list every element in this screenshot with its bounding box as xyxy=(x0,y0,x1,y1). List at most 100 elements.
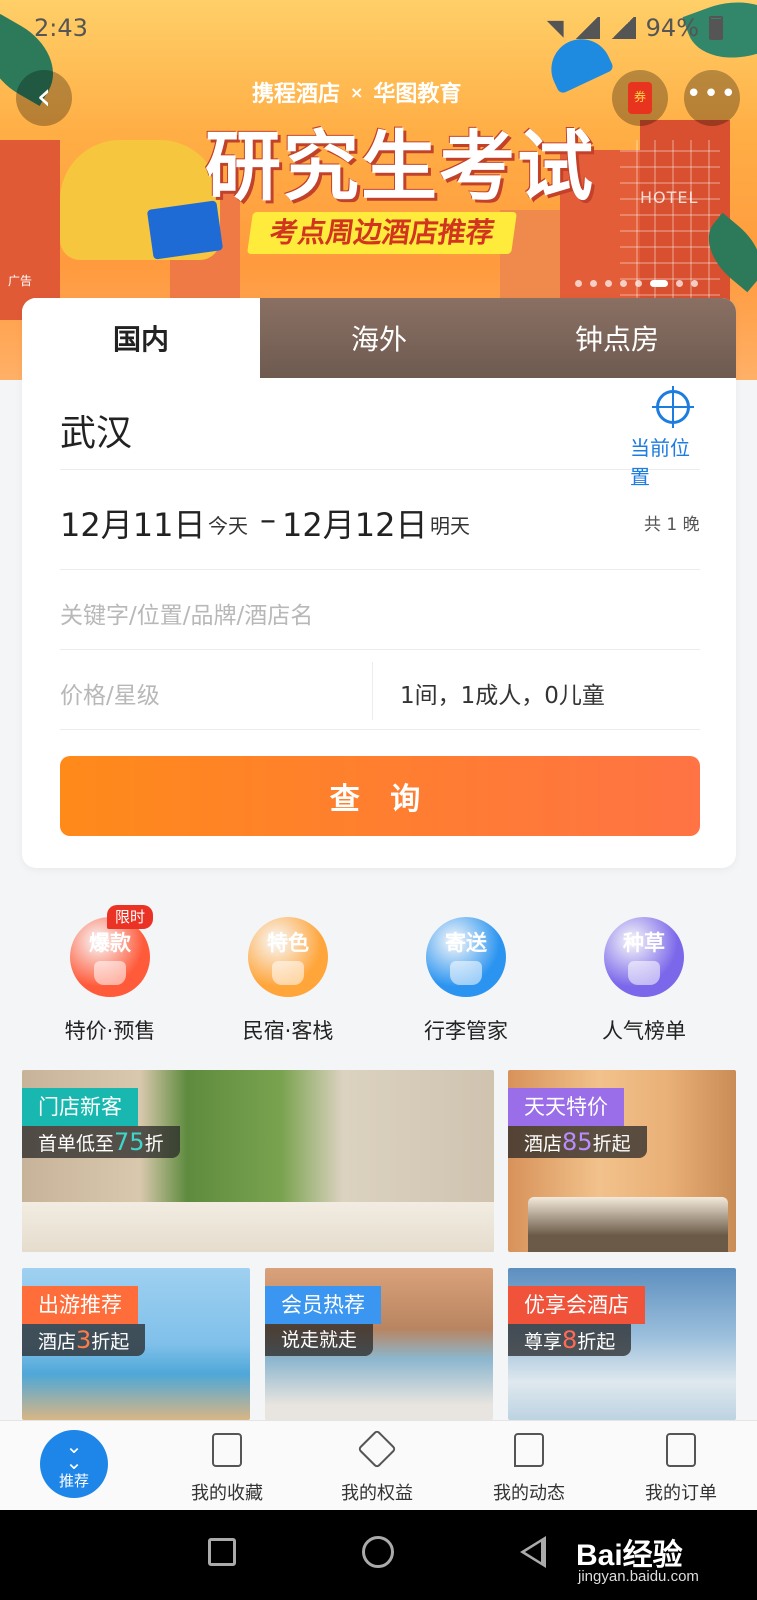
nav-label: 我的收藏 xyxy=(191,1483,263,1504)
promo-tile-premium-hotel[interactable]: 优享会酒店 尊享8折起 xyxy=(508,1268,736,1420)
quick-entry-icon-shape xyxy=(94,961,126,985)
promo-subtitle-text: 折起 xyxy=(91,1331,130,1353)
search-tabs: 国内 海外 钟点房 xyxy=(22,298,736,378)
huatu-logo: 华图教育 xyxy=(373,82,462,107)
promo-subtitle-text: 折起 xyxy=(577,1331,616,1353)
nav-activity[interactable]: 我的动态 xyxy=(454,1421,604,1511)
nav-label: 我的订单 xyxy=(645,1483,717,1504)
quick-entry-label: 特价·预售 xyxy=(64,1019,156,1043)
promo-title: 门店新客 xyxy=(22,1088,138,1126)
nav-orders[interactable]: 我的订单 xyxy=(606,1421,756,1511)
promo-tile-travel[interactable]: 出游推荐 酒店3折起 xyxy=(22,1268,250,1420)
keyword-placeholder: 关键字/位置/品牌/酒店名 xyxy=(60,603,314,629)
home-button[interactable] xyxy=(362,1536,394,1568)
quick-entry[interactable]: 寄送 行李管家 xyxy=(381,905,551,1043)
promo-discount: 75 xyxy=(114,1128,145,1156)
quick-entry-label: 民宿·客栈 xyxy=(242,1019,334,1043)
bottom-navigation: 我的收藏 我的权益 我的动态 我的订单 xyxy=(0,1420,757,1510)
ad-tag: 广告 xyxy=(8,274,33,288)
carousel-dot xyxy=(620,280,627,287)
promo-title: 出游推荐 xyxy=(22,1286,138,1324)
nights-count: 共 1 晚 xyxy=(644,515,700,535)
ctrip-hotel-logo: 携程酒店 xyxy=(252,82,341,107)
quick-entry[interactable]: 种草 人气榜单 xyxy=(559,905,729,1043)
recent-apps-button[interactable] xyxy=(208,1538,236,1566)
quick-entry-icon-shape xyxy=(628,961,660,985)
promo-title: 优享会酒店 xyxy=(508,1286,645,1324)
quick-entry-label: 行李管家 xyxy=(424,1019,508,1043)
cell-signal-icon xyxy=(573,17,600,39)
coupon-button[interactable]: 券 xyxy=(612,70,668,126)
quick-entry-label: 人气榜单 xyxy=(602,1019,686,1043)
wifi-icon: ◥ xyxy=(546,15,564,41)
red-envelope-icon: 券 xyxy=(628,82,652,114)
crosshair-location-icon[interactable] xyxy=(652,386,694,428)
promo-subtitle-text: 首单低至 xyxy=(38,1133,115,1155)
chevron-left-icon: ‹ xyxy=(36,74,52,118)
promo-subtitle: 说走就走 xyxy=(265,1324,374,1356)
date-selector[interactable]: 12月11日 今天 – 12月12日 明天 共 1 晚 xyxy=(60,470,700,570)
status-icons: ◥ 94% xyxy=(547,14,723,42)
quick-entry-icon-shape xyxy=(272,961,304,985)
promo-subtitle-text: 酒店 xyxy=(524,1133,563,1155)
carousel-dot xyxy=(676,280,683,287)
diamond-icon xyxy=(357,1429,397,1469)
status-time: 2:43 xyxy=(34,14,88,42)
keyword-input[interactable]: 关键字/位置/品牌/酒店名 xyxy=(60,570,700,650)
quick-entry-icon-text: 爆款 xyxy=(89,931,131,955)
promo-subtitle-text: 折 xyxy=(144,1133,164,1155)
carousel-dot xyxy=(650,280,668,287)
quick-entry-icon-text: 寄送 xyxy=(445,931,487,955)
carousel-dot xyxy=(635,280,642,287)
promo-discount: 3 xyxy=(76,1326,92,1354)
quick-entry-icon: 寄送 xyxy=(426,917,506,997)
promo-subtitle: 首单低至75折 xyxy=(22,1126,180,1158)
promo-title: 天天特价 xyxy=(508,1088,624,1126)
date-separator: – xyxy=(260,500,276,538)
tab-domestic[interactable]: 国内 xyxy=(22,298,260,378)
nav-label: 推荐 xyxy=(58,1472,89,1490)
tab-hourly-room[interactable]: 钟点房 xyxy=(498,298,736,378)
city-selector[interactable]: 武汉 当前位置 xyxy=(60,378,700,489)
quick-entry-icon: 特色 xyxy=(248,917,328,997)
nav-label: 我的权益 xyxy=(341,1483,413,1504)
room-guest-selector[interactable]: 1间，1成人，0儿童 xyxy=(400,676,605,710)
quick-entry-icon-shape xyxy=(450,961,482,985)
promo-title: 会员热荐 xyxy=(265,1286,381,1324)
promo-discount: 85 xyxy=(562,1128,593,1156)
carousel-dot xyxy=(575,280,582,287)
checkin-date: 12月11日 xyxy=(60,506,206,544)
back-triangle-button[interactable] xyxy=(520,1536,546,1568)
checkout-date: 12月12日 xyxy=(282,506,428,544)
promo-discount: 8 xyxy=(562,1326,578,1354)
more-button[interactable]: ••• xyxy=(684,70,740,126)
divider xyxy=(372,662,373,720)
building-icon xyxy=(212,1433,242,1467)
filter-row: 价格/星级 1间，1成人，0儿童 xyxy=(60,650,700,730)
banner-title: 研究生考试 xyxy=(205,122,595,211)
carousel-dot xyxy=(590,280,597,287)
nav-benefits[interactable]: 我的权益 xyxy=(302,1421,452,1511)
quick-entry-icon: 种草 xyxy=(604,917,684,997)
promo-tile-daily-deals[interactable]: 天天特价 酒店85折起 xyxy=(508,1070,736,1252)
partner-logos: 携程酒店 × 华图教育 xyxy=(252,76,461,108)
battery-percent: 94% xyxy=(645,14,699,42)
quick-entry[interactable]: 特色民宿·客栈 xyxy=(203,905,373,1043)
partner-separator: × xyxy=(350,82,364,102)
carousel-indicator xyxy=(575,280,698,287)
promo-tile-member[interactable]: 会员热荐 说走就走 xyxy=(265,1268,493,1420)
tab-overseas[interactable]: 海外 xyxy=(260,298,498,378)
city-name: 武汉 xyxy=(60,413,133,454)
promo-subtitle-text: 折起 xyxy=(592,1133,631,1155)
price-star-selector[interactable]: 价格/星级 xyxy=(60,676,160,710)
back-button[interactable]: ‹ xyxy=(16,70,72,126)
nav-favorites[interactable]: 我的收藏 xyxy=(152,1421,302,1511)
quick-entry[interactable]: 爆款 特价·预售 限时 xyxy=(25,905,195,1043)
hotel-search-card: 国内 海外 钟点房 武汉 当前位置 12月11日 今天 – 12月12日 明天 … xyxy=(22,298,736,868)
banner-building xyxy=(0,140,60,320)
promo-tile-new-customer[interactable]: 门店新客 首单低至75折 xyxy=(22,1070,494,1252)
search-button[interactable]: 查 询 xyxy=(60,756,700,836)
double-chevron-down-icon: ⌄ ⌄ xyxy=(65,1434,83,1474)
nav-recommend[interactable]: ⌄ ⌄ 推荐 xyxy=(40,1430,108,1498)
quick-entry-icon-text: 特色 xyxy=(267,931,309,955)
